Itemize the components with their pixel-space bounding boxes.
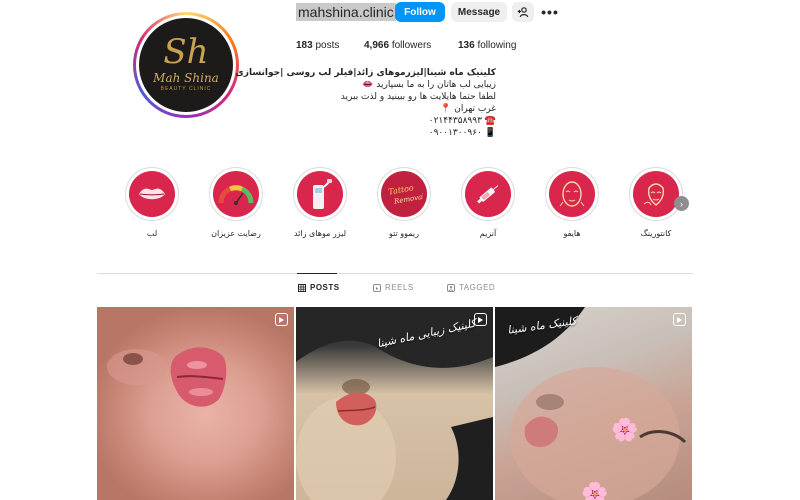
bio-line: لطفا حتما هایلایت ها رو ببینید و لذت ببر…: [340, 92, 496, 102]
active-tab-indicator: [297, 273, 337, 274]
bio-phone[interactable]: ☎️ ۰۲۱۴۴۳۵۸۹۹۳: [296, 115, 496, 127]
laser-device-icon: [297, 171, 343, 217]
highlight-label: ریموو تتو: [388, 229, 420, 238]
highlight-label: لب: [146, 229, 158, 238]
highlight-item[interactable]: لب: [117, 167, 187, 238]
add-user-icon[interactable]: [512, 2, 534, 22]
following-count-label: following: [477, 40, 517, 51]
reel-icon: [275, 313, 288, 326]
highlight-item[interactable]: هایفو: [537, 167, 607, 238]
follow-button[interactable]: Follow: [395, 2, 445, 22]
grid-icon: [298, 283, 306, 292]
posts-count-value: 183: [296, 40, 313, 51]
tab-posts-label: POSTS: [310, 283, 340, 292]
reels-icon: [373, 283, 381, 292]
highlight-ring: [209, 167, 263, 221]
avatar: Sh Mah Shina BEAUTY CLINIC: [139, 18, 233, 112]
highlight-item[interactable]: Tattoo Removal ریموو تتو: [369, 167, 439, 238]
tab-posts[interactable]: POSTS: [298, 283, 340, 292]
highlight-label: هایفو: [563, 229, 581, 238]
profile-avatar-ring[interactable]: Sh Mah Shina BEAUTY CLINIC: [133, 12, 239, 118]
message-button[interactable]: Message: [451, 2, 507, 22]
lips-icon: [129, 171, 175, 217]
highlights-next-chevron-icon[interactable]: ›: [674, 196, 689, 211]
highlight-ring: [545, 167, 599, 221]
followers-count-label: followers: [391, 40, 432, 51]
posts-count-label: posts: [315, 40, 340, 51]
add-user-glyph: [517, 6, 529, 17]
highlight-label: لیزر موهای زائد: [293, 229, 347, 238]
tab-reels-label: REELS: [385, 283, 414, 292]
face-hifu-icon: [549, 171, 595, 217]
avatar-brand: Mah Shina: [153, 70, 219, 85]
highlight-label: آنزیم: [479, 229, 497, 238]
bio-mobile[interactable]: 📱 ۰۹۰۰۱۳۰۰۹۶۰: [296, 127, 496, 139]
tab-tagged[interactable]: TAGGED: [447, 283, 495, 292]
bio-name: کلینیک ماه شینا|لیزرموهای زائد|فیلر لب ر…: [235, 68, 496, 78]
reel-icon: [474, 313, 487, 326]
highlight-ring: [461, 167, 515, 221]
post-thumbnail[interactable]: کلینیک زیبایی ماه شینا: [296, 307, 493, 500]
tattoo-remove-icon: Tattoo Removal: [381, 171, 427, 217]
highlight-item[interactable]: لیزر موهای زائد: [285, 167, 355, 238]
profile-bio: کلینیک ماه شینا|لیزرموهای زائد|فیلر لب ر…: [235, 67, 496, 139]
highlight-ring: [293, 167, 347, 221]
profile-username: mahshina.clinic: [296, 3, 396, 21]
bio-line: زیبایی لب هاتان را به ما بسپارید 👄: [362, 80, 496, 90]
face-contouring-icon: [633, 171, 679, 217]
highlight-ring: [125, 167, 179, 221]
post-thumbnail[interactable]: کلینیک ماه شینا 🌸 🌸: [495, 307, 692, 500]
followers-count[interactable]: 4,966 followers: [364, 40, 431, 51]
highlight-item[interactable]: آنزیم: [453, 167, 523, 238]
satisfaction-gauge-icon: [213, 171, 259, 217]
highlight-label: رضایت عزیزان: [211, 229, 261, 238]
reel-icon: [673, 313, 686, 326]
followers-count-value: 4,966: [364, 40, 390, 51]
highlight-label: کانتورینگ: [640, 229, 672, 238]
following-count-value: 136: [458, 40, 475, 51]
tab-tagged-label: TAGGED: [459, 283, 496, 292]
bio-line: غرب تهران 📍: [440, 104, 496, 114]
post-image: [495, 307, 687, 500]
syringe-icon: [465, 171, 511, 217]
avatar-tagline: BEAUTY CLINIC: [160, 85, 212, 92]
tabs-divider: [97, 273, 693, 274]
flower-sticker-icon: 🌸: [611, 417, 639, 442]
highlight-item[interactable]: رضایت عزیزان: [201, 167, 271, 238]
more-options-icon[interactable]: •••: [539, 2, 561, 22]
avatar-monogram: Sh: [163, 31, 209, 72]
following-count[interactable]: 136 following: [458, 40, 516, 51]
tagged-icon: [447, 283, 455, 292]
highlight-ring: [629, 167, 683, 221]
avatar-frame: Sh Mah Shina BEAUTY CLINIC: [136, 15, 236, 115]
post-thumbnail[interactable]: [97, 307, 294, 500]
posts-count[interactable]: 183 posts: [296, 40, 339, 51]
highlight-ring: Tattoo Removal: [377, 167, 431, 221]
tab-reels[interactable]: REELS: [373, 283, 414, 292]
flower-sticker-icon: 🌸: [581, 481, 609, 500]
post-image: [107, 347, 227, 407]
